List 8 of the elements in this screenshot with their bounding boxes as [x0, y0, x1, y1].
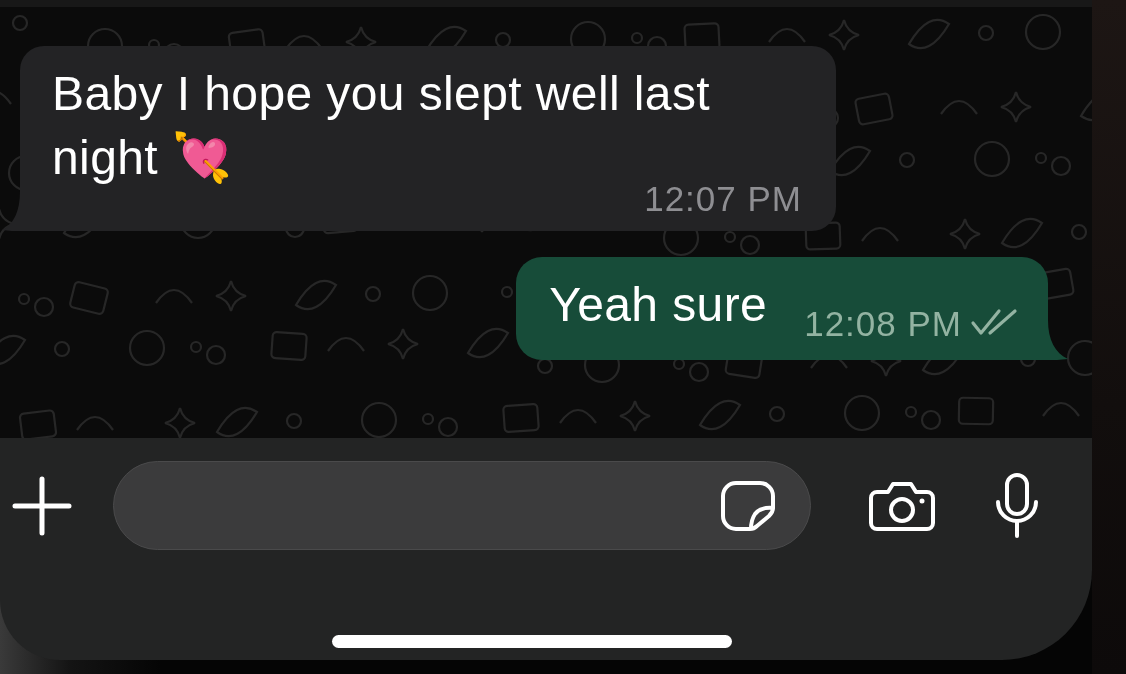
sticker-icon[interactable]	[720, 479, 776, 532]
message-text: Baby I hope you slept well last night 💘	[52, 67, 711, 184]
message-time: 12:07 PM	[644, 186, 802, 212]
message-time: 12:08 PM	[804, 306, 962, 341]
plus-icon[interactable]	[12, 475, 72, 536]
microphone-icon[interactable]	[993, 472, 1041, 539]
message-text: Yeah sure	[549, 277, 768, 333]
camera-icon[interactable]	[868, 479, 936, 532]
